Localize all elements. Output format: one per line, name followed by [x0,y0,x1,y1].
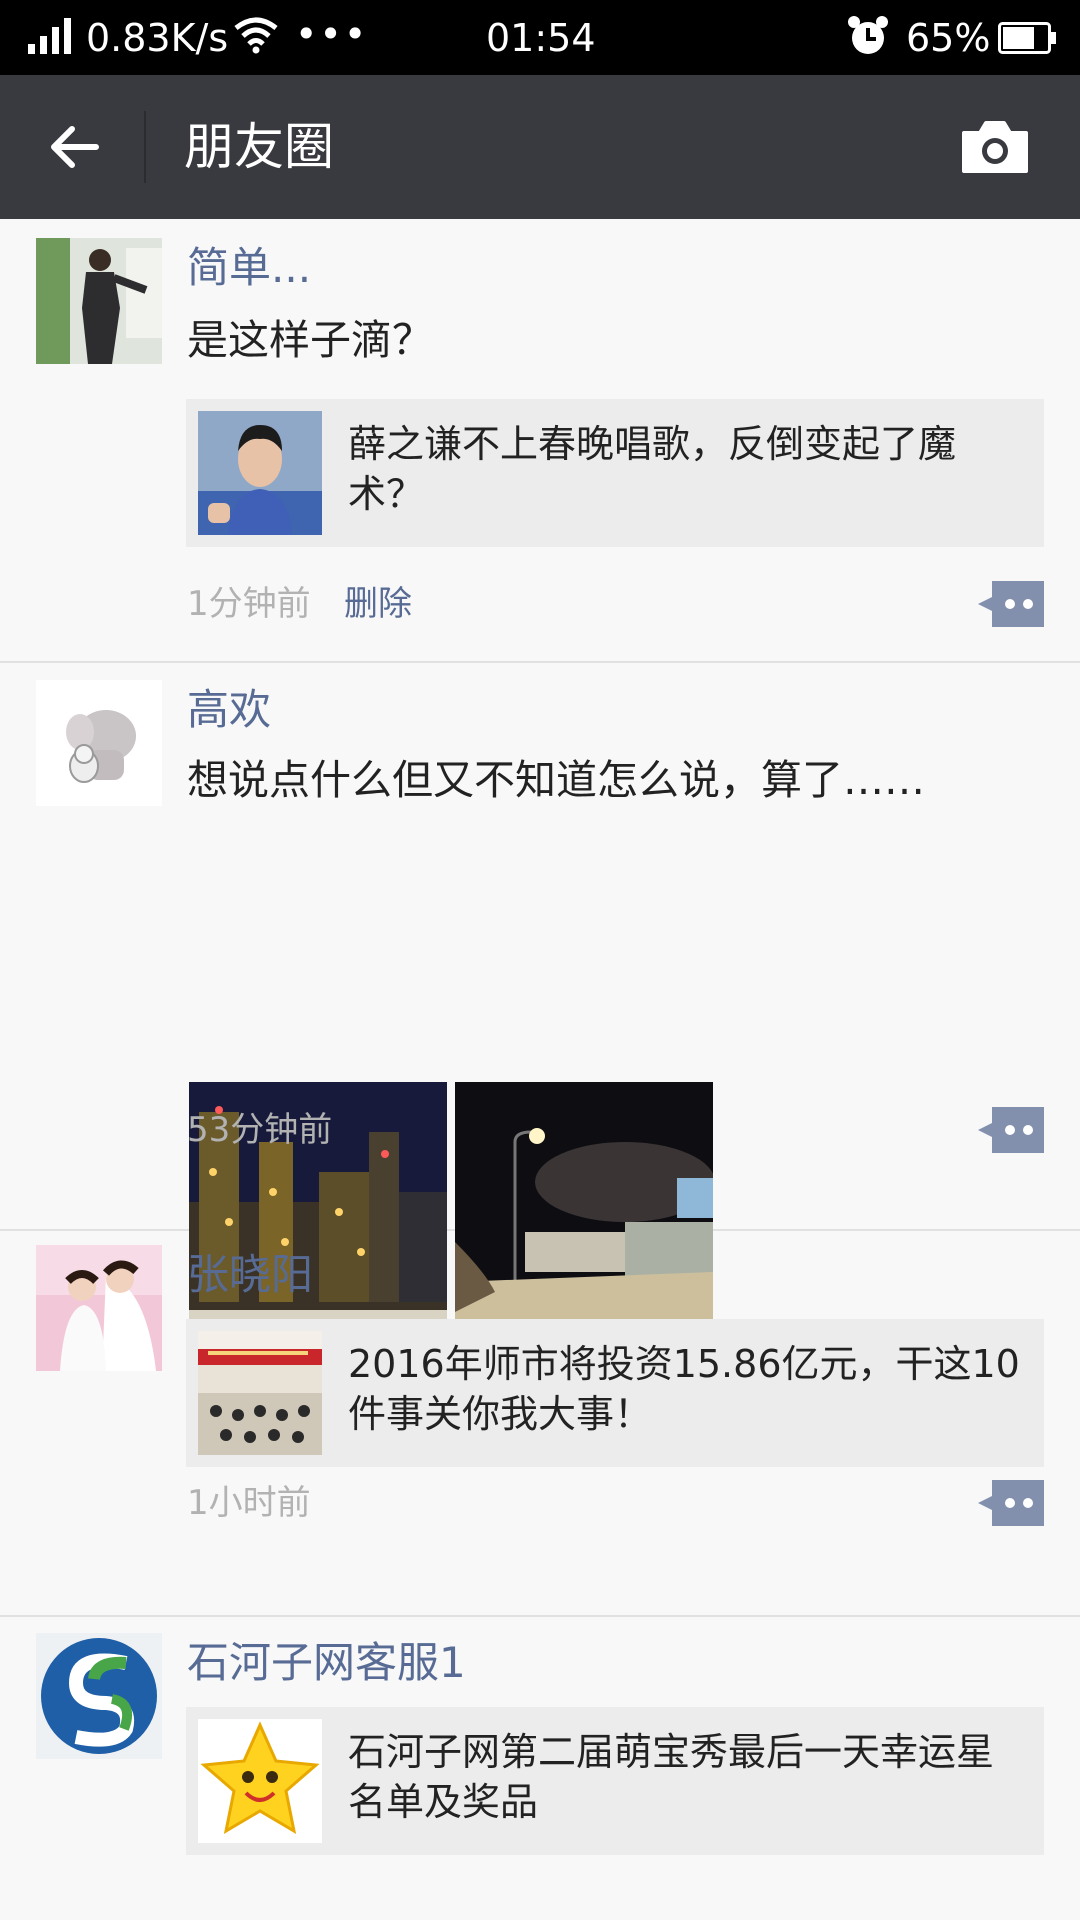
moment-post: 高欢 想说点什么但又不知道怎么说，算了…… 53分钟前 [0,663,1080,1334]
moment-post: 石河子网客服1 石河子网第二届萌宝秀最后一天幸运星名单及奖品 [0,1617,1080,1920]
status-time: 01:54 [486,16,596,60]
post-time: 1小时前 [187,1483,311,1523]
post-author-name[interactable]: 简单... [187,240,311,296]
moment-post: 张晓阳 2016年师市将投资15.86亿元，干这10件事关你我大事！ 1小时前 [0,1229,1080,1617]
post-time: 53分钟前 [187,1110,333,1150]
alarm-icon [848,16,888,54]
comment-more-icon[interactable] [978,1480,1044,1526]
battery-icon [998,22,1056,54]
comment-more-icon[interactable] [978,581,1044,627]
post-author-name[interactable]: 张晓阳 [187,1247,313,1303]
avatar[interactable] [36,1245,162,1371]
page-title: 朋友圈 [184,118,334,176]
back-arrow-icon[interactable] [46,119,102,175]
signal-icon [28,18,71,54]
avatar[interactable] [36,238,162,364]
shared-link-card[interactable]: 2016年师市将投资15.86亿元，干这10件事关你我大事！ [186,1319,1044,1467]
avatar[interactable] [36,1633,162,1759]
post-text: 想说点什么但又不知道怎么说，算了…… [187,756,925,804]
link-thumbnail [198,1331,322,1455]
link-title: 石河子网第二届萌宝秀最后一天幸运星名单及奖品 [348,1730,995,1824]
delete-link[interactable]: 删除 [344,582,412,626]
link-thumbnail [198,411,322,535]
post-time: 1分钟前 [187,584,311,624]
avatar[interactable] [36,680,162,806]
comment-more-icon[interactable] [978,1107,1044,1153]
shared-link-card[interactable]: 薛之谦不上春晚唱歌，反倒变起了魔术？ [186,399,1044,547]
post-author-name[interactable]: 高欢 [187,682,271,738]
battery-percent: 65% [906,16,991,60]
link-thumbnail [198,1719,322,1843]
more-notifications-indicator: ••• [295,12,369,56]
shared-link-card[interactable]: 石河子网第二届萌宝秀最后一天幸运星名单及奖品 [186,1707,1044,1855]
post-text: 是这样子滴？ [187,316,433,364]
camera-icon[interactable] [960,119,1030,175]
link-title: 2016年师市将投资15.86亿元，干这10件事关你我大事！ [348,1342,1020,1436]
link-title: 薛之谦不上春晚唱歌，反倒变起了魔术？ [348,422,957,516]
status-bar: 0.83K/s ••• 01:54 65% [0,0,1080,75]
wifi-icon [234,17,278,54]
network-speed: 0.83K/s [86,16,229,60]
app-bar-divider [144,111,146,183]
app-bar: 朋友圈 [0,75,1080,219]
moment-post: 简单... 是这样子滴？ 薛之谦不上春晚唱歌，反倒变起了魔术？ 1分钟前 删除 [0,219,1080,663]
post-author-name[interactable]: 石河子网客服1 [187,1635,466,1691]
